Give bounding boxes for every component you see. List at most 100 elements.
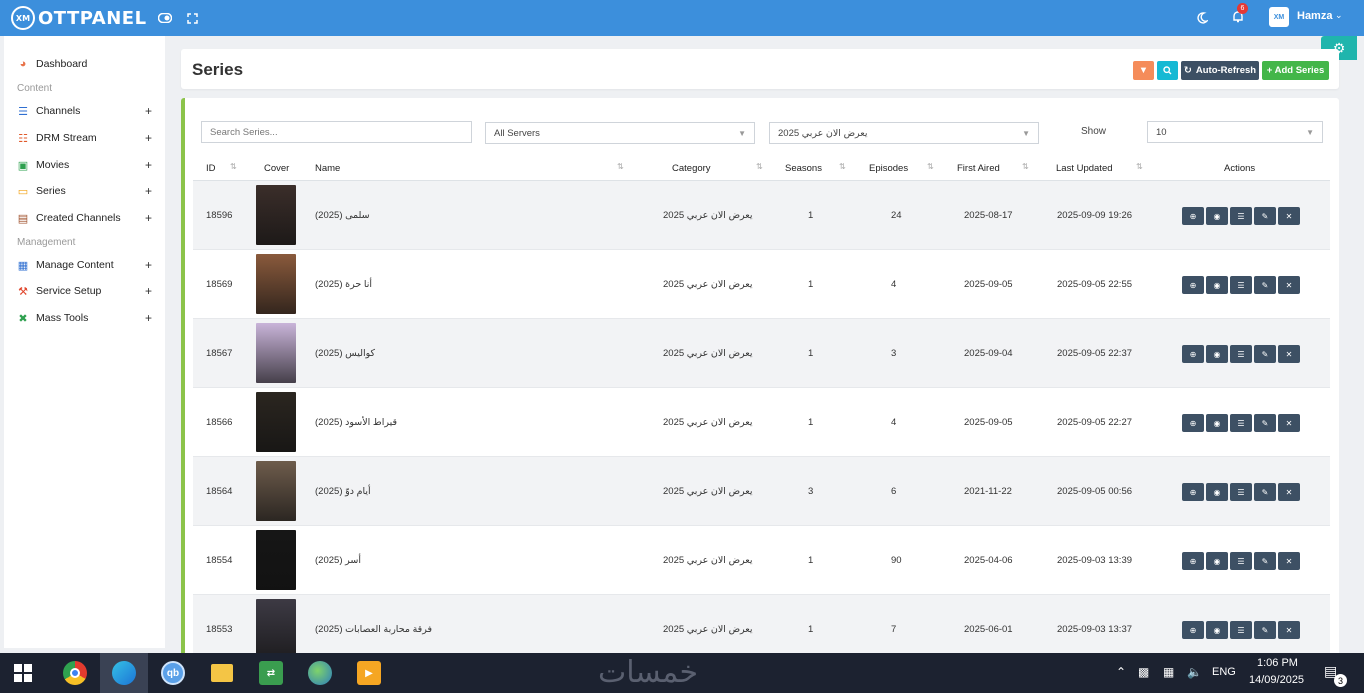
pencil-icon[interactable]: ✎ xyxy=(1254,621,1276,639)
sort-icon[interactable]: ⇅ xyxy=(1022,162,1029,171)
close-icon[interactable]: ✕ xyxy=(1278,345,1300,363)
list-icon[interactable]: ☰ xyxy=(1230,276,1252,294)
page-size-select[interactable]: 10 ▼ xyxy=(1147,121,1323,143)
list-icon[interactable]: ☰ xyxy=(1230,483,1252,501)
clock-time[interactable]: 1:06 PM xyxy=(1257,657,1298,669)
cover-image[interactable] xyxy=(256,599,296,658)
list-icon[interactable]: ☰ xyxy=(1230,552,1252,570)
cover-image[interactable] xyxy=(256,392,296,452)
sidebar-item-manage-content[interactable]: ▦ Manage Content + xyxy=(4,255,165,275)
add-episode-icon[interactable]: ⊕ xyxy=(1182,207,1204,225)
dark-mode-icon[interactable] xyxy=(1192,8,1212,28)
eye-icon[interactable]: ◉ xyxy=(1206,552,1228,570)
cover-image[interactable] xyxy=(256,461,296,521)
pencil-icon[interactable]: ✎ xyxy=(1254,483,1276,501)
qbittorrent-icon[interactable]: qb xyxy=(149,653,197,693)
sort-icon[interactable]: ⇅ xyxy=(617,162,624,171)
sort-icon[interactable]: ⇅ xyxy=(927,162,934,171)
chrome-icon[interactable] xyxy=(51,653,99,693)
chevron-up-icon[interactable]: ⌃ xyxy=(1116,665,1126,679)
eye-icon[interactable]: ◉ xyxy=(1206,345,1228,363)
sidebar-item-drm-stream[interactable]: ☷ DRM Stream + xyxy=(4,128,165,148)
expand-icon[interactable]: + xyxy=(145,311,152,325)
expand-icon[interactable]: + xyxy=(145,184,152,198)
add-episode-icon[interactable]: ⊕ xyxy=(1182,552,1204,570)
filter-button[interactable]: ▼ xyxy=(1133,61,1154,80)
eye-icon[interactable]: ◉ xyxy=(1206,276,1228,294)
network-icon[interactable]: ▦ xyxy=(1163,665,1174,679)
server-select[interactable]: All Servers ▼ xyxy=(485,122,755,144)
clock-date[interactable]: 14/09/2025 xyxy=(1249,674,1304,686)
transfer-icon[interactable]: ⇄ xyxy=(247,653,295,693)
close-icon[interactable]: ✕ xyxy=(1278,276,1300,294)
list-icon[interactable]: ☰ xyxy=(1230,207,1252,225)
eye-icon[interactable]: ◉ xyxy=(1206,414,1228,432)
close-icon[interactable]: ✕ xyxy=(1278,552,1300,570)
brand[interactable]: XM OTTPANEL xyxy=(11,6,147,30)
sidebar-item-movies[interactable]: ▣ Movies + xyxy=(4,155,165,175)
add-episode-icon[interactable]: ⊕ xyxy=(1182,621,1204,639)
list-icon[interactable]: ☰ xyxy=(1230,414,1252,432)
auto-refresh-button[interactable]: ↻ Auto-Refresh xyxy=(1181,61,1259,80)
list-icon[interactable]: ☰ xyxy=(1230,621,1252,639)
fullscreen-icon[interactable] xyxy=(183,8,203,28)
search-button[interactable] xyxy=(1157,61,1178,80)
header-first-aired[interactable]: First Aired xyxy=(957,163,1000,174)
pencil-icon[interactable]: ✎ xyxy=(1254,207,1276,225)
expand-icon[interactable]: + xyxy=(145,211,152,225)
close-icon[interactable]: ✕ xyxy=(1278,414,1300,432)
add-series-button[interactable]: + Add Series xyxy=(1262,61,1329,80)
close-icon[interactable]: ✕ xyxy=(1278,621,1300,639)
search-input[interactable]: Search Series... xyxy=(201,121,472,143)
sort-icon[interactable]: ⇅ xyxy=(839,162,846,171)
category-select[interactable]: يعرض الان عربي 2025 ▼ xyxy=(769,122,1039,144)
sidebar-item-dashboard[interactable]: ◕ Dashboard xyxy=(4,54,165,74)
sidebar-item-series[interactable]: ▭ Series + xyxy=(4,181,165,201)
pencil-icon[interactable]: ✎ xyxy=(1254,345,1276,363)
sidebar-item-channels[interactable]: ☰ Channels + xyxy=(4,101,165,121)
sidebar-item-service-setup[interactable]: ⚒ Service Setup + xyxy=(4,281,165,301)
cover-image[interactable] xyxy=(256,323,296,383)
cover-image[interactable] xyxy=(256,254,296,314)
sort-icon[interactable]: ⇅ xyxy=(230,162,237,171)
eye-icon[interactable]: ◉ xyxy=(1206,483,1228,501)
add-episode-icon[interactable]: ⊕ xyxy=(1182,483,1204,501)
user-name[interactable]: Hamza xyxy=(1297,10,1332,22)
header-episodes[interactable]: Episodes xyxy=(869,163,908,174)
sort-icon[interactable]: ⇅ xyxy=(756,162,763,171)
windows-start-icon[interactable] xyxy=(14,664,32,682)
close-icon[interactable]: ✕ xyxy=(1278,483,1300,501)
edge-icon[interactable] xyxy=(100,653,148,693)
file-explorer-icon[interactable] xyxy=(198,653,246,693)
language-indicator[interactable]: ENG xyxy=(1212,666,1236,678)
sidebar-toggle-icon[interactable] xyxy=(155,8,175,28)
sort-icon[interactable]: ⇅ xyxy=(1136,162,1143,171)
pencil-icon[interactable]: ✎ xyxy=(1254,552,1276,570)
chevron-down-icon[interactable]: ⌄ xyxy=(1335,10,1343,21)
media-player-icon[interactable]: ▶ xyxy=(345,653,393,693)
cover-image[interactable] xyxy=(256,185,296,245)
close-icon[interactable]: ✕ xyxy=(1278,207,1300,225)
add-episode-icon[interactable]: ⊕ xyxy=(1182,276,1204,294)
eye-icon[interactable]: ◉ xyxy=(1206,207,1228,225)
expand-icon[interactable]: + xyxy=(145,158,152,172)
header-name[interactable]: Name xyxy=(315,163,340,174)
sidebar-item-created-channels[interactable]: ▤ Created Channels + xyxy=(4,208,165,228)
expand-icon[interactable]: + xyxy=(145,258,152,272)
pencil-icon[interactable]: ✎ xyxy=(1254,414,1276,432)
globe-icon[interactable] xyxy=(296,653,344,693)
expand-icon[interactable]: + xyxy=(145,104,152,118)
expand-icon[interactable]: + xyxy=(145,284,152,298)
tray-app-icon[interactable]: ▩ xyxy=(1138,665,1149,679)
eye-icon[interactable]: ◉ xyxy=(1206,621,1228,639)
expand-icon[interactable]: + xyxy=(145,131,152,145)
cover-image[interactable] xyxy=(256,530,296,590)
add-episode-icon[interactable]: ⊕ xyxy=(1182,414,1204,432)
header-last-updated[interactable]: Last Updated xyxy=(1056,163,1113,174)
pencil-icon[interactable]: ✎ xyxy=(1254,276,1276,294)
header-category[interactable]: Category xyxy=(672,163,711,174)
sidebar-item-mass-tools[interactable]: ✖ Mass Tools + xyxy=(4,308,165,328)
volume-icon[interactable]: 🔈 xyxy=(1187,665,1202,679)
list-icon[interactable]: ☰ xyxy=(1230,345,1252,363)
header-id[interactable]: ID xyxy=(206,163,216,174)
